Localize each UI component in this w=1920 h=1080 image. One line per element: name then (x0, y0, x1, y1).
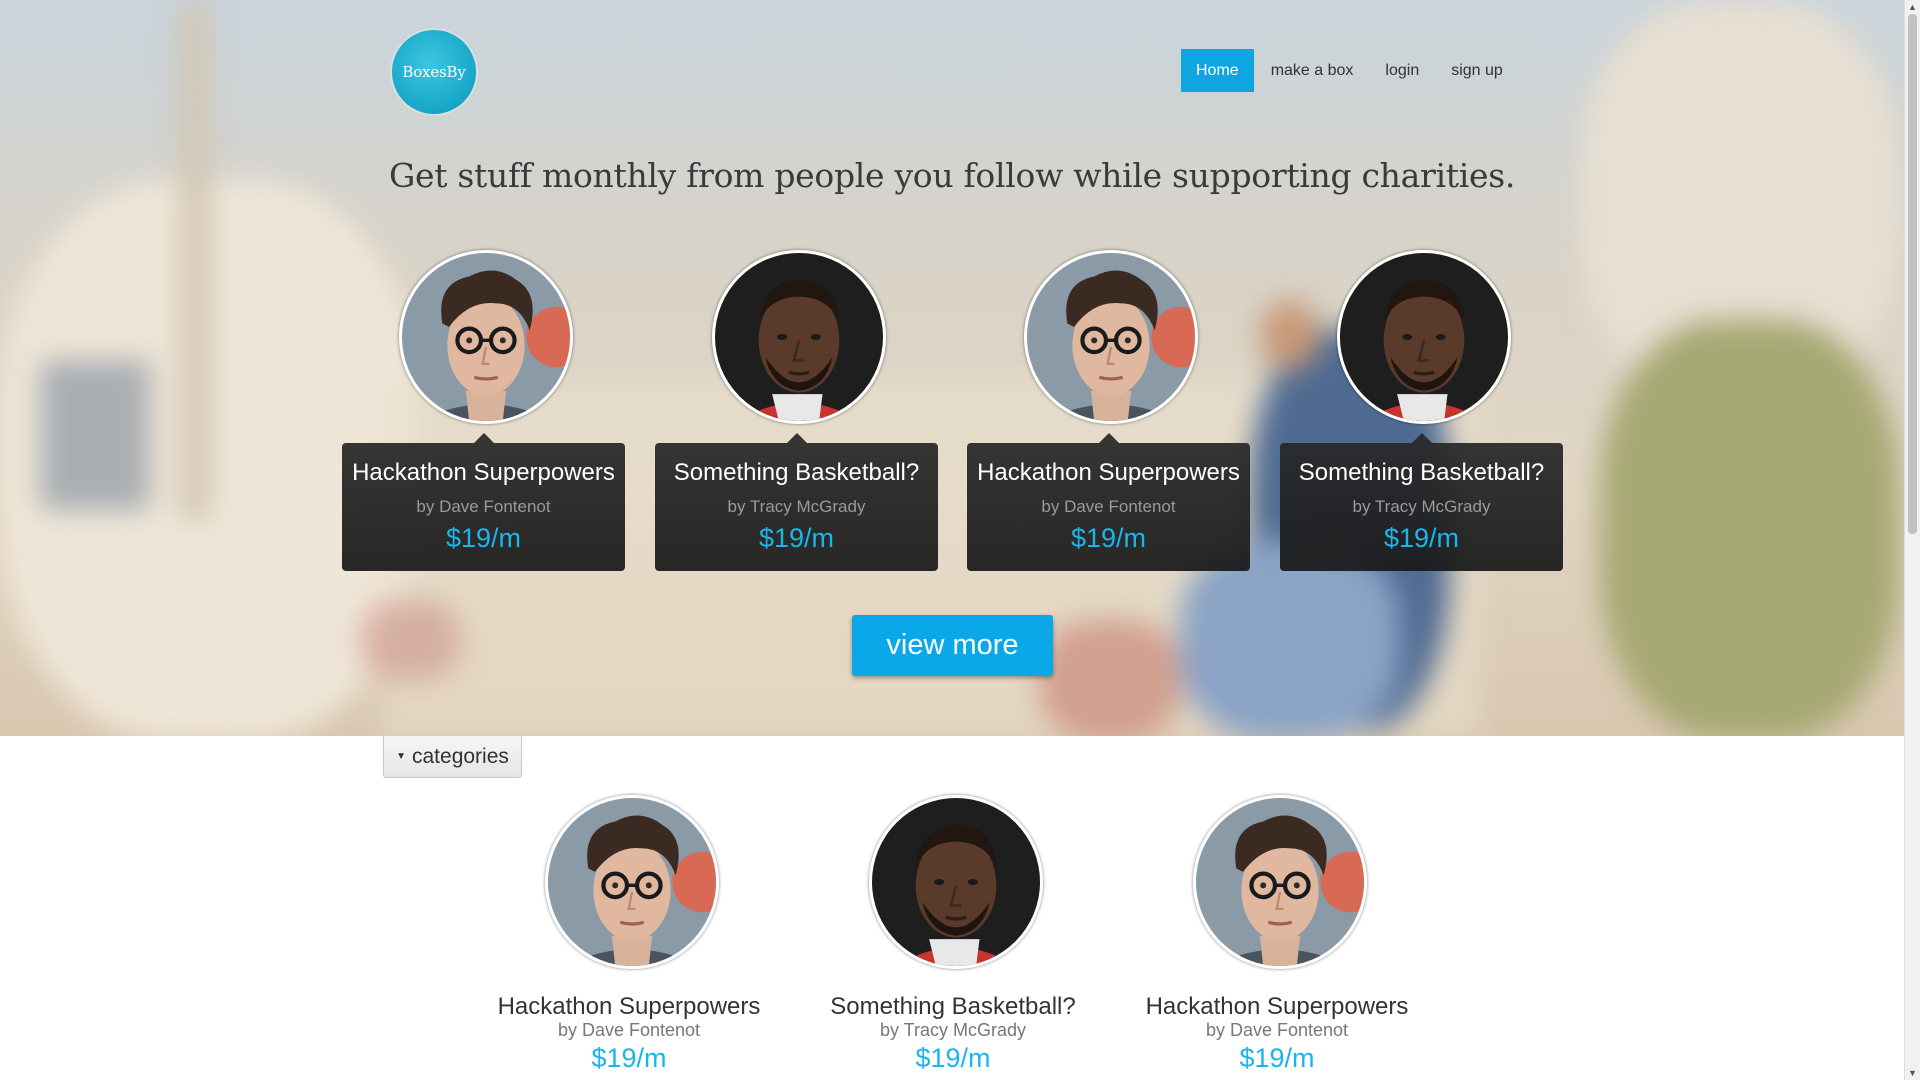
vertical-scrollbar[interactable]: ▲ ▼ (1904, 0, 1920, 1080)
categories-label: categories (412, 744, 509, 768)
view-more-button[interactable]: view more (852, 615, 1053, 676)
scroll-up-icon[interactable]: ▲ (1908, 2, 1917, 12)
item-price: $19/m (915, 1043, 991, 1073)
card-author: by Tracy McGrady (727, 497, 866, 516)
card-price: $19/m (1070, 523, 1147, 553)
card-author: by Dave Fontenot (416, 497, 551, 516)
card-info-box[interactable]: Something Basketball? by Tracy McGrady $… (655, 433, 938, 571)
card-title: Something Basketball? (1298, 459, 1545, 486)
nav-sign-up[interactable]: sign up (1436, 49, 1518, 92)
item-title[interactable]: Something Basketball? (803, 993, 1103, 1021)
item-title[interactable]: Hackathon Superpowers (1127, 993, 1427, 1021)
avatar[interactable] (1337, 250, 1511, 424)
card-info-box[interactable]: Something Basketball? by Tracy McGrady $… (1280, 433, 1563, 571)
nav-login[interactable]: login (1370, 49, 1434, 92)
caret-down-icon: ▼ (396, 751, 406, 762)
card-title: Something Basketball? (673, 459, 920, 486)
nav-make-a-box[interactable]: make a box (1256, 49, 1369, 92)
avatar[interactable] (1024, 250, 1198, 424)
card-info-box[interactable]: Hackathon Superpowers by Dave Fontenot $… (342, 433, 625, 571)
card-price: $19/m (1383, 523, 1460, 553)
avatar[interactable] (869, 795, 1043, 969)
item-price: $19/m (1239, 1043, 1315, 1073)
item-title[interactable]: Hackathon Superpowers (479, 993, 779, 1021)
brand-logo[interactable]: BoxesBy (392, 30, 476, 114)
card-price: $19/m (758, 523, 835, 553)
nav-home[interactable]: Home (1181, 49, 1254, 92)
card-price: $19/m (445, 523, 522, 553)
hero-section: BoxesBy Home make a box login sign up Ge… (0, 0, 1904, 736)
avatar[interactable] (545, 795, 719, 969)
card-author: by Tracy McGrady (1352, 497, 1491, 516)
avatar[interactable] (399, 250, 573, 424)
scroll-down-icon[interactable]: ▼ (1908, 1068, 1917, 1078)
card-info-box[interactable]: Hackathon Superpowers by Dave Fontenot $… (967, 433, 1250, 571)
avatar[interactable] (1193, 795, 1367, 969)
item-price: $19/m (591, 1043, 667, 1073)
card-title: Hackathon Superpowers (977, 459, 1240, 486)
item-author: by Dave Fontenot (1205, 1020, 1349, 1040)
brand-logo-text: BoxesBy (402, 63, 466, 81)
item-author: by Tracy McGrady (879, 1020, 1027, 1040)
categories-dropdown[interactable]: ▼ categories (383, 736, 522, 778)
scroll-thumb[interactable] (1908, 14, 1917, 534)
top-nav: Home make a box login sign up (1181, 49, 1518, 92)
card-title: Hackathon Superpowers (352, 459, 615, 486)
hero-tagline: Get stuff monthly from people you follow… (388, 156, 1516, 195)
item-author: by Dave Fontenot (557, 1020, 701, 1040)
avatar[interactable] (712, 250, 886, 424)
card-author: by Dave Fontenot (1041, 497, 1176, 516)
